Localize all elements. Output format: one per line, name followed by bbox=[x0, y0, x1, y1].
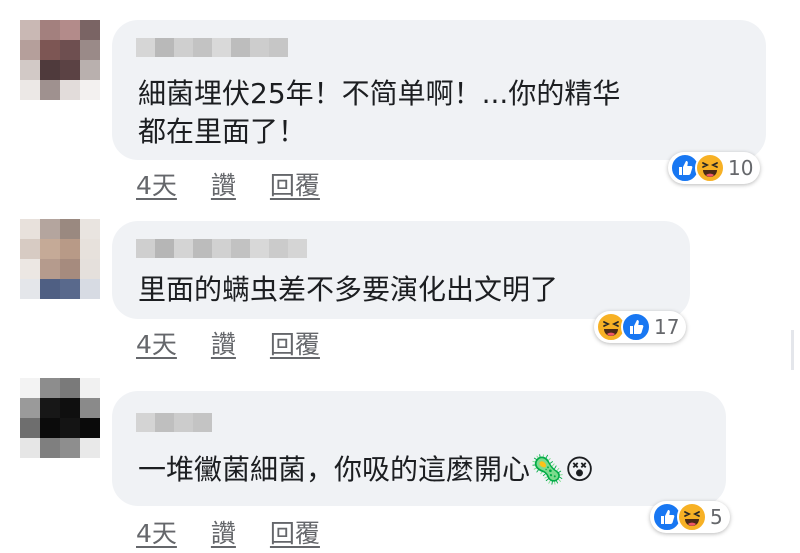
haha-icon bbox=[677, 502, 707, 532]
haha-icon bbox=[695, 153, 725, 183]
avatar[interactable] bbox=[20, 20, 100, 100]
reaction-count: 5 bbox=[710, 505, 723, 529]
commenter-name-blurred[interactable] bbox=[136, 413, 212, 432]
reply-button[interactable]: 回覆 bbox=[270, 514, 320, 550]
like-button[interactable]: 讚 bbox=[211, 325, 236, 361]
comment-text: 里面的螨虫差不多要演化出文明了 bbox=[138, 273, 559, 306]
reaction-count: 10 bbox=[728, 156, 754, 180]
reaction-summary[interactable]: 10 bbox=[668, 152, 761, 184]
scroll-edge-divider bbox=[791, 330, 794, 370]
comment-actions: 4天 讚 回覆 bbox=[136, 325, 320, 361]
like-button[interactable]: 讚 bbox=[211, 166, 236, 202]
comment-text: 一堆黴菌細菌，你吸的這麼開心🦠😵 bbox=[138, 453, 595, 486]
comment-text: 細菌埋伏25年！不简单啊！...你的精华 bbox=[138, 77, 621, 110]
avatar[interactable] bbox=[20, 378, 100, 458]
commenter-name-blurred[interactable] bbox=[136, 38, 288, 57]
reply-button[interactable]: 回覆 bbox=[270, 166, 320, 202]
comment-bubble: 細菌埋伏25年！不简单啊！...你的精华 都在里面了！ bbox=[112, 20, 766, 160]
comment-actions: 4天 讚 回覆 bbox=[136, 514, 320, 550]
comment-actions: 4天 讚 回覆 bbox=[136, 166, 320, 202]
timestamp-link[interactable]: 4天 bbox=[136, 166, 177, 202]
reaction-count: 17 bbox=[654, 315, 680, 339]
like-icon bbox=[621, 312, 651, 342]
commenter-name-blurred[interactable] bbox=[136, 239, 307, 258]
comment-bubble: 里面的螨虫差不多要演化出文明了 bbox=[112, 221, 690, 319]
reply-button[interactable]: 回覆 bbox=[270, 325, 320, 361]
timestamp-link[interactable]: 4天 bbox=[136, 514, 177, 550]
avatar[interactable] bbox=[20, 219, 100, 299]
reaction-summary[interactable]: 17 bbox=[594, 311, 687, 343]
comment-text-cont: 都在里面了！ bbox=[138, 115, 307, 148]
comment-bubble: 一堆黴菌細菌，你吸的這麼開心🦠😵 bbox=[112, 391, 726, 506]
like-button[interactable]: 讚 bbox=[211, 514, 236, 550]
reaction-summary[interactable]: 5 bbox=[650, 501, 730, 533]
timestamp-link[interactable]: 4天 bbox=[136, 325, 177, 361]
